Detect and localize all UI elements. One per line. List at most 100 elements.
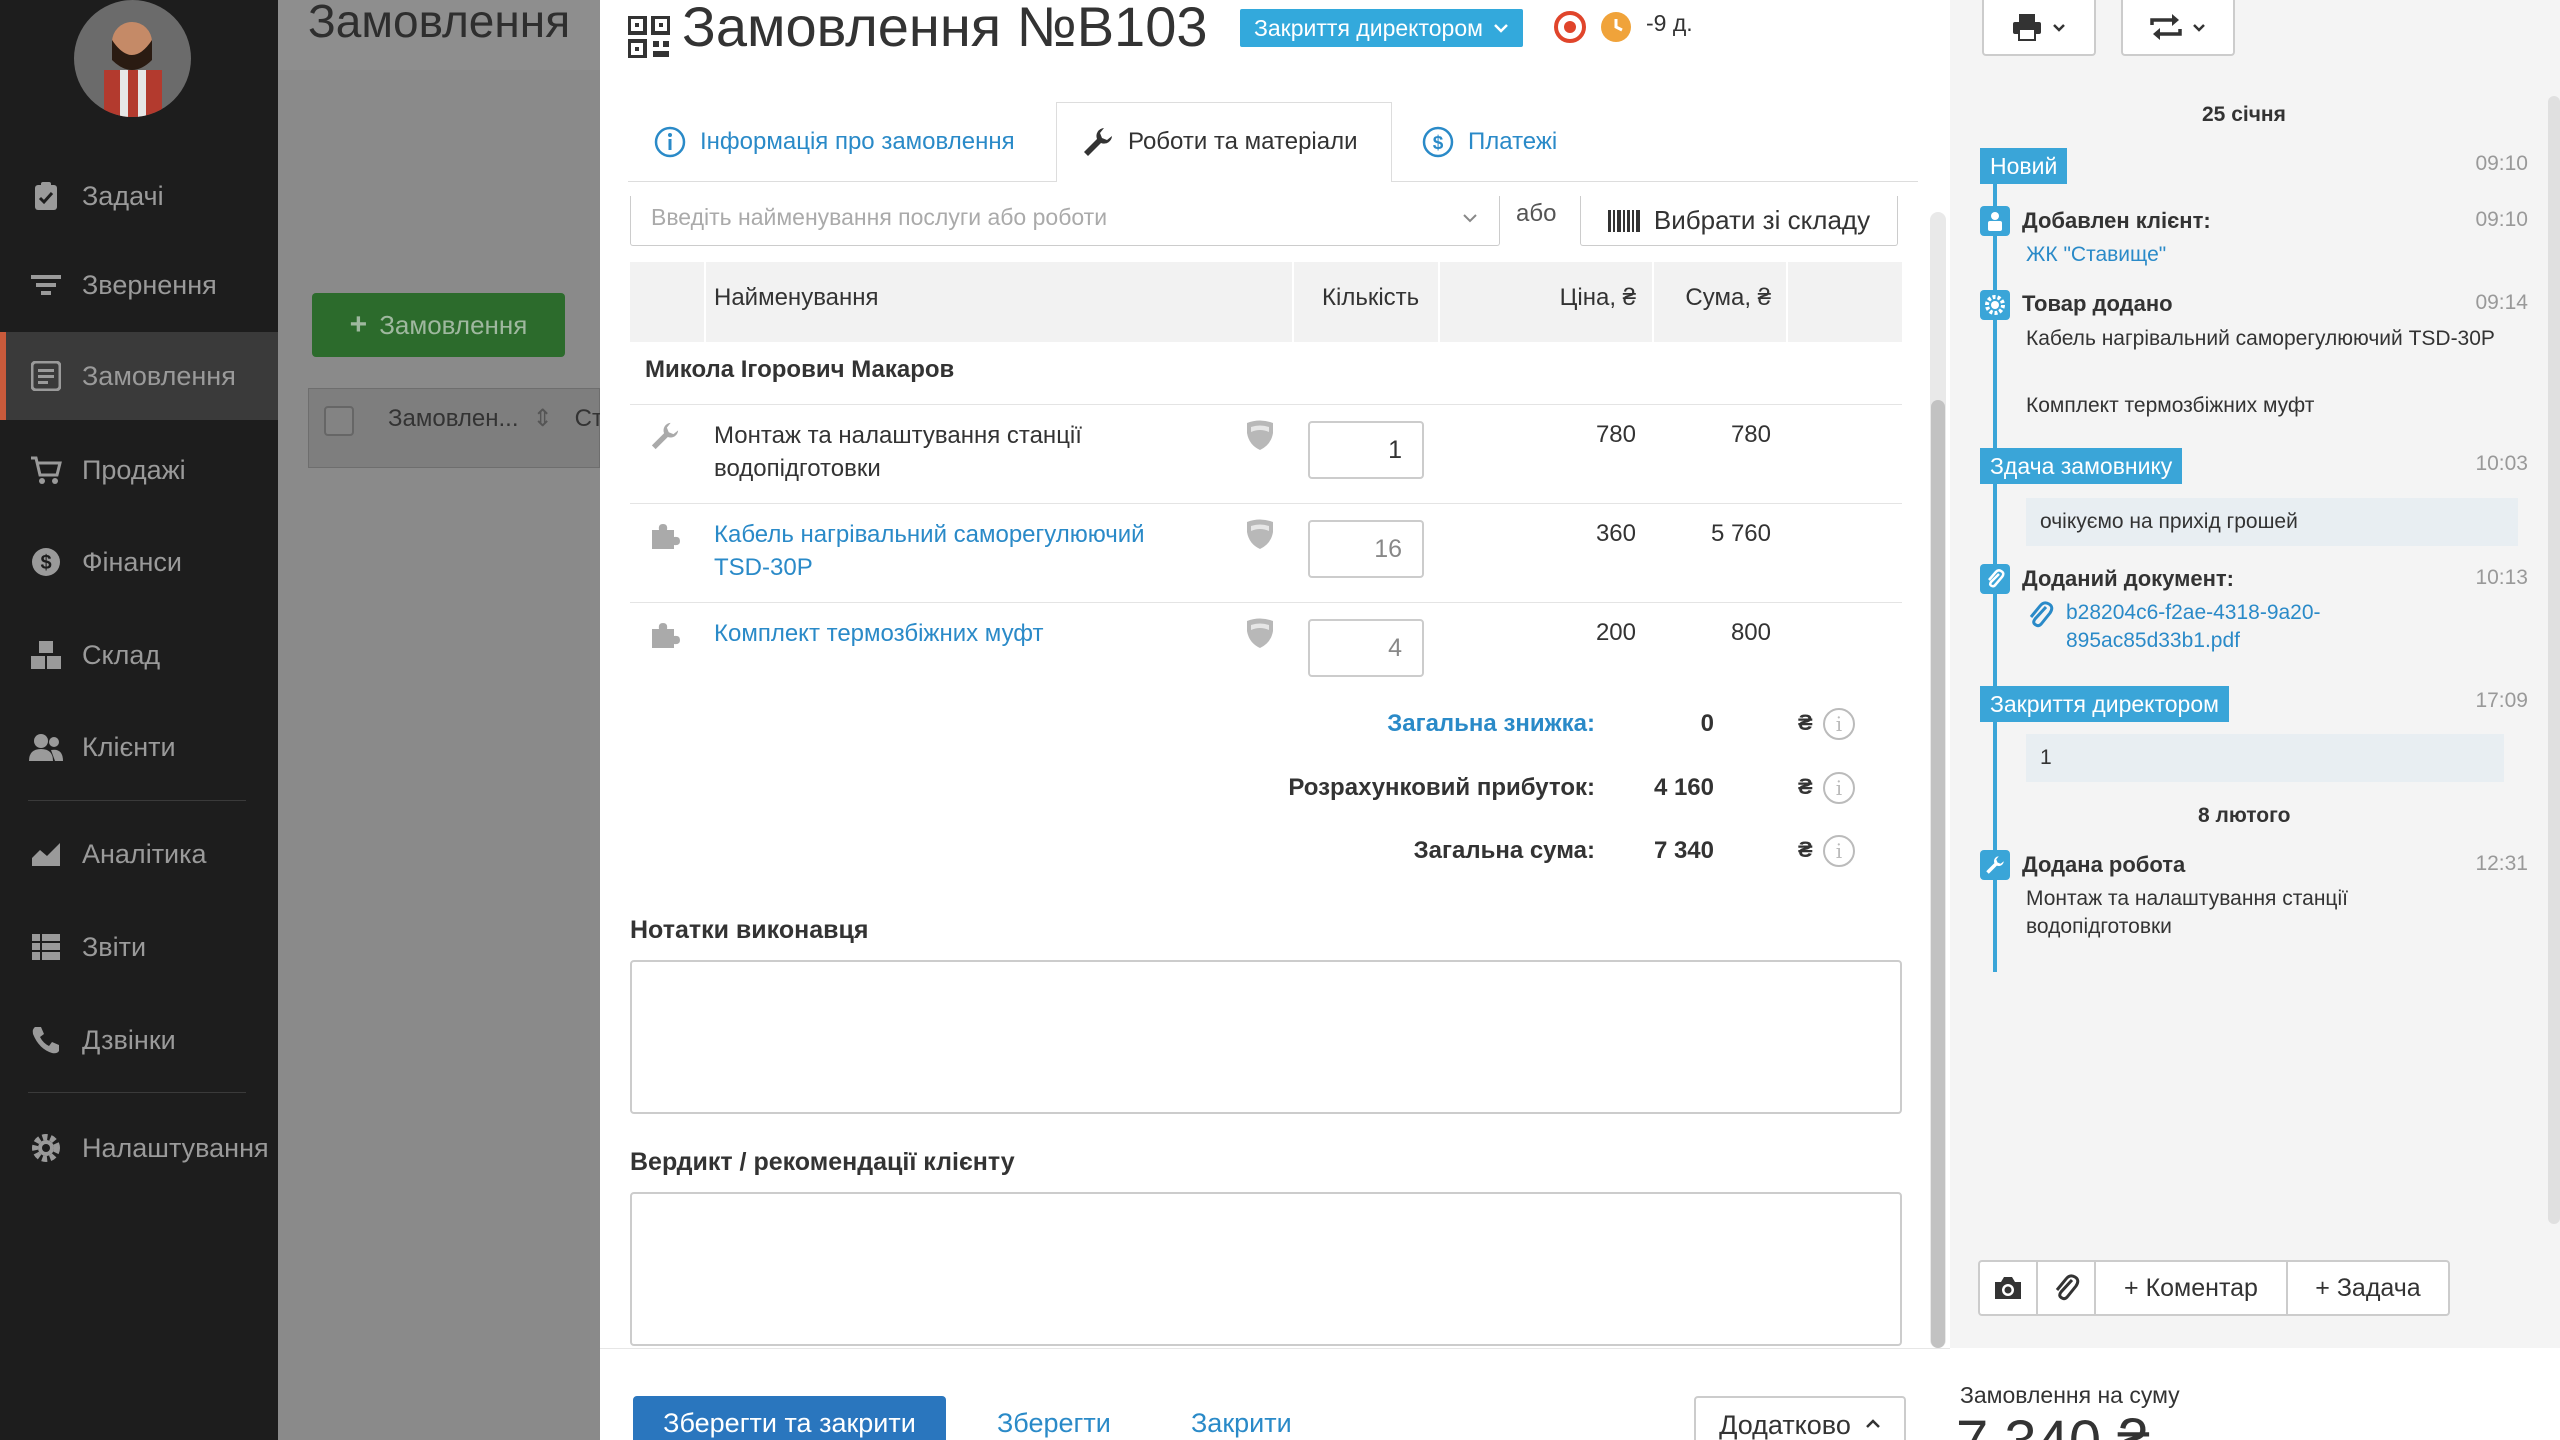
column-qty: Кількість [1322, 284, 1420, 311]
sidebar-item-reports[interactable]: Звіти [0, 903, 278, 991]
info-icon[interactable]: i [1823, 772, 1855, 804]
sidebar-item-label: Дзвінки [82, 1024, 176, 1055]
select-all-checkbox[interactable] [324, 406, 354, 436]
paperclip-icon [1980, 564, 2010, 594]
column-divider [1786, 262, 1788, 342]
info-circle-icon [654, 126, 686, 158]
history-scrollbar[interactable] [2548, 96, 2560, 1224]
status-dropdown[interactable]: Закриття директором [1240, 9, 1523, 47]
info-icon[interactable]: i [1823, 708, 1855, 740]
more-label: Додатково [1719, 1410, 1851, 1440]
document-link[interactable]: b28204c6-f2ae-4318-9a20-895ac85d33b1.pdf [2066, 599, 2356, 655]
column-name: Найменування [714, 284, 879, 311]
estimated-profit-label: Розрахунковий прибуток: [1288, 774, 1595, 801]
sidebar-item-warehouse[interactable]: Склад [0, 611, 278, 699]
chevron-down-icon [2193, 23, 2205, 32]
sidebar-item-label: Продажі [82, 454, 186, 485]
sidebar-item-analytics[interactable]: Аналітика [0, 810, 278, 898]
select-from-stock-button[interactable]: Вибрати зі складу [1580, 196, 1898, 246]
event-time: 09:10 [2475, 152, 2528, 175]
wrench-icon [651, 422, 679, 450]
save-button[interactable]: Зберегти [997, 1408, 1111, 1439]
sort-icon: ⇕ [532, 405, 553, 432]
executor-notes-textarea[interactable] [630, 960, 1902, 1114]
printer-icon [2013, 14, 2041, 41]
tab-order-info[interactable]: Інформація про замовлення [654, 102, 1015, 182]
verdict-textarea[interactable] [630, 1192, 1902, 1346]
qr-code-icon[interactable] [628, 16, 670, 58]
event-title: Добавлен клієнт: [2022, 208, 2211, 233]
add-task-button[interactable]: + Задача [2288, 1262, 2448, 1314]
boxes-icon [28, 637, 64, 673]
items-table-header: Найменування Кількість Ціна, ₴ Сума, ₴ [630, 262, 1902, 342]
puzzle-icon [652, 524, 680, 549]
sidebar-item-tasks[interactable]: Задачі [0, 152, 278, 240]
barcode-icon [1607, 209, 1640, 232]
sidebar-item-sales[interactable]: Продажі [0, 426, 278, 514]
add-order-label: Замовлення [379, 309, 528, 340]
event-comment: 1 [2026, 734, 2504, 782]
table-row[interactable]: Монтаж та налаштування станції водопідго… [630, 404, 1902, 502]
sidebar-item-calls[interactable]: Дзвінки [0, 996, 278, 1084]
total-discount-label[interactable]: Загальна знижка: [1387, 710, 1595, 738]
quantity-field[interactable]: 1 [1308, 421, 1424, 479]
camera-button[interactable] [1980, 1262, 2038, 1314]
clipboard-check-icon [28, 178, 64, 214]
table-row[interactable]: Кабель нагрівальний саморегулюючий TSD-3… [630, 503, 1902, 601]
info-icon[interactable]: i [1823, 835, 1855, 867]
paperclip-icon [2055, 1274, 2080, 1301]
sidebar-item-settings[interactable]: Налаштування [0, 1104, 278, 1192]
item-sum: 800 [1730, 619, 1771, 646]
add-order-button[interactable]: + Замовлення [312, 293, 565, 357]
estimated-profit-value: 4 160 [1653, 774, 1714, 801]
attach-button[interactable] [2038, 1262, 2096, 1314]
status-badge: Новий [1980, 148, 2068, 184]
sidebar-item-clients[interactable]: Клієнти [0, 703, 278, 791]
currency-symbol: ₴ [1798, 710, 1813, 735]
background-column-header[interactable]: Замовлен... ⇕ Ст [388, 404, 603, 433]
event-title: Доданий документ: [2022, 566, 2234, 591]
sidebar-item-finance[interactable]: $ Фінанси [0, 518, 278, 606]
avatar[interactable] [74, 0, 191, 117]
quantity-field[interactable]: 4 [1308, 619, 1424, 677]
event-time: 12:31 [2475, 852, 2528, 875]
sidebar-item-label: Замовлення [82, 360, 236, 391]
event-comment: очікуємо на прихід грошей [2026, 498, 2518, 546]
timeline-date: 25 січня [2202, 103, 2286, 126]
item-name-link[interactable]: Комплект термозбіжних муфт [714, 617, 1174, 650]
table-row[interactable]: Комплект термозбіжних муфт 4 200 800 [630, 602, 1902, 700]
shield-icon[interactable] [1246, 617, 1274, 649]
more-dropdown-button[interactable]: Додатково [1694, 1396, 1906, 1440]
sidebar-item-label: Звернення [82, 269, 217, 300]
add-comment-button[interactable]: + Коментар [2096, 1262, 2288, 1314]
filter-lines-icon [28, 267, 64, 303]
users-icon [28, 729, 64, 765]
sidebar-item-requests[interactable]: Звернення [0, 241, 278, 329]
shield-icon[interactable] [1246, 518, 1274, 550]
close-button[interactable]: Закрити [1191, 1408, 1292, 1439]
quantity-field[interactable]: 16 [1308, 520, 1424, 578]
item-price: 780 [1595, 421, 1636, 448]
tab-works-materials[interactable]: Роботи та матеріали [1082, 102, 1358, 182]
item-name-link[interactable]: Кабель нагрівальний саморегулюючий TSD-3… [714, 518, 1174, 584]
item-name: Монтаж та налаштування станції водопідго… [714, 422, 1082, 482]
tab-payments[interactable]: $ Платежі [1422, 102, 1557, 182]
sidebar-divider [28, 1092, 246, 1093]
transfer-dropdown-button[interactable] [2121, 0, 2235, 56]
print-dropdown-button[interactable] [1982, 0, 2096, 56]
save-and-close-button[interactable]: Зберегти та закрити [633, 1396, 946, 1440]
column-divider [1438, 262, 1440, 342]
event-time: 10:03 [2475, 452, 2528, 475]
service-search-input[interactable]: Введіть найменування послуги або роботи [630, 196, 1500, 246]
modal-scrollbar-thumb[interactable] [1931, 400, 1945, 1348]
column-divider [1652, 262, 1654, 342]
sidebar-item-orders[interactable]: Замовлення [0, 332, 278, 420]
item-sum: 780 [1730, 421, 1771, 448]
shield-icon[interactable] [1246, 419, 1274, 451]
phone-icon [28, 1022, 64, 1058]
grand-total-label: Загальна сума: [1413, 837, 1595, 864]
client-icon [1980, 206, 2010, 236]
select-from-stock-label: Вибрати зі складу [1653, 205, 1871, 235]
client-link[interactable]: ЖК "Ставище" [2026, 241, 2166, 269]
timeline-date: 8 лютого [2198, 804, 2291, 827]
